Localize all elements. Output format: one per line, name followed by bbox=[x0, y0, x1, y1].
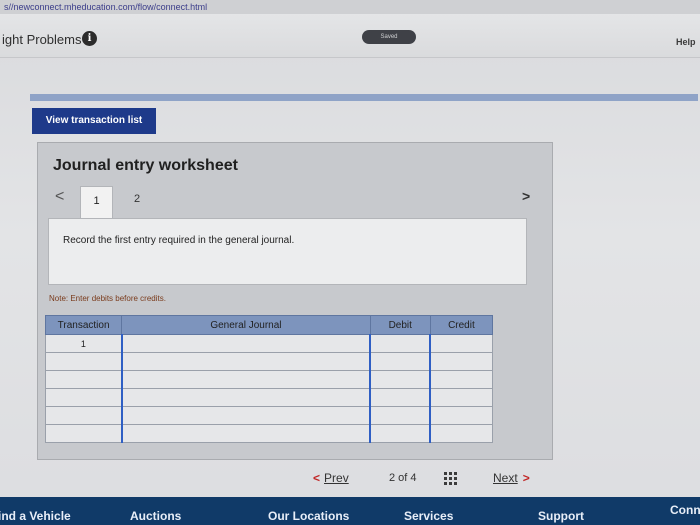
chevron-left-icon: < bbox=[313, 471, 321, 485]
chevron-right-icon[interactable]: > bbox=[522, 188, 530, 204]
table-row bbox=[44, 388, 494, 407]
debit-input[interactable] bbox=[369, 406, 431, 425]
footer-link-find-vehicle[interactable]: ind a Vehicle bbox=[0, 509, 71, 523]
address-bar[interactable]: s//newconnect.mheducation.com/flow/conne… bbox=[0, 0, 700, 14]
transaction-cell bbox=[44, 352, 123, 371]
debit-input[interactable] bbox=[369, 334, 431, 353]
instruction-panel: Record the first entry required in the g… bbox=[48, 218, 527, 285]
column-header-debit: Debit bbox=[369, 315, 431, 335]
site-footer: ind a Vehicle Auctions Our Locations Ser… bbox=[0, 497, 700, 525]
account-input[interactable] bbox=[120, 352, 371, 371]
app-header: ight Problems i Saved Help bbox=[0, 14, 700, 58]
account-input[interactable] bbox=[120, 370, 371, 389]
footer-link-auctions[interactable]: Auctions bbox=[130, 509, 181, 523]
help-link[interactable]: Help bbox=[676, 37, 696, 47]
chevron-left-icon[interactable]: < bbox=[55, 188, 64, 206]
general-journal-table: Transaction General Journal Debit Credit… bbox=[44, 315, 494, 443]
footer-link-support[interactable]: Support bbox=[538, 509, 584, 523]
credit-input[interactable] bbox=[429, 388, 494, 407]
page-indicator: 2 of 4 bbox=[389, 472, 417, 484]
credit-input[interactable] bbox=[429, 334, 494, 353]
table-row bbox=[44, 406, 494, 425]
worksheet-tab-1[interactable]: 1 bbox=[80, 186, 113, 219]
transaction-cell bbox=[44, 424, 123, 443]
view-transaction-list-button[interactable]: View transaction list bbox=[32, 108, 156, 134]
debit-input[interactable] bbox=[369, 352, 431, 371]
column-header-general-journal: General Journal bbox=[121, 315, 371, 335]
footer-link-services[interactable]: Services bbox=[404, 509, 453, 523]
next-button[interactable]: Next > bbox=[493, 471, 530, 485]
chevron-right-icon: > bbox=[522, 471, 530, 485]
column-header-credit: Credit bbox=[429, 315, 494, 335]
table-row bbox=[44, 424, 494, 443]
worksheet-tab-2[interactable]: 2 bbox=[134, 193, 140, 205]
transaction-cell bbox=[44, 406, 123, 425]
grid-icon[interactable] bbox=[444, 472, 458, 485]
footer-link-connect[interactable]: Conn bbox=[670, 503, 700, 517]
info-icon[interactable]: i bbox=[82, 31, 97, 46]
progress-stripe bbox=[30, 94, 698, 101]
table-row bbox=[44, 352, 494, 371]
credit-input[interactable] bbox=[429, 352, 494, 371]
account-input[interactable] bbox=[120, 424, 371, 443]
debit-input[interactable] bbox=[369, 424, 431, 443]
instruction-text: Record the first entry required in the g… bbox=[63, 235, 295, 246]
account-input[interactable] bbox=[120, 406, 371, 425]
journal-entry-worksheet: Journal entry worksheet < 1 2 > Record t… bbox=[37, 142, 553, 460]
prev-label: Prev bbox=[324, 471, 349, 485]
table-row: 1 bbox=[44, 334, 494, 353]
prev-button[interactable]: < Prev bbox=[313, 471, 349, 485]
credit-input[interactable] bbox=[429, 424, 494, 443]
transaction-cell bbox=[44, 388, 123, 407]
credit-input[interactable] bbox=[429, 406, 494, 425]
account-input[interactable] bbox=[120, 388, 371, 407]
account-input[interactable] bbox=[120, 334, 371, 353]
note-text: Note: Enter debits before credits. bbox=[49, 294, 166, 303]
credit-input[interactable] bbox=[429, 370, 494, 389]
next-label: Next bbox=[493, 471, 518, 485]
assignment-title: ight Problems bbox=[2, 32, 82, 47]
debit-input[interactable] bbox=[369, 370, 431, 389]
pagination-bar: < Prev 2 of 4 Next > bbox=[0, 468, 700, 490]
worksheet-title: Journal entry worksheet bbox=[53, 157, 238, 174]
column-header-transaction: Transaction bbox=[44, 315, 123, 335]
footer-link-our-locations[interactable]: Our Locations bbox=[268, 509, 349, 523]
debit-input[interactable] bbox=[369, 388, 431, 407]
transaction-cell: 1 bbox=[44, 334, 123, 353]
saved-status-badge: Saved bbox=[362, 30, 416, 44]
transaction-cell bbox=[44, 370, 123, 389]
table-row bbox=[44, 370, 494, 389]
